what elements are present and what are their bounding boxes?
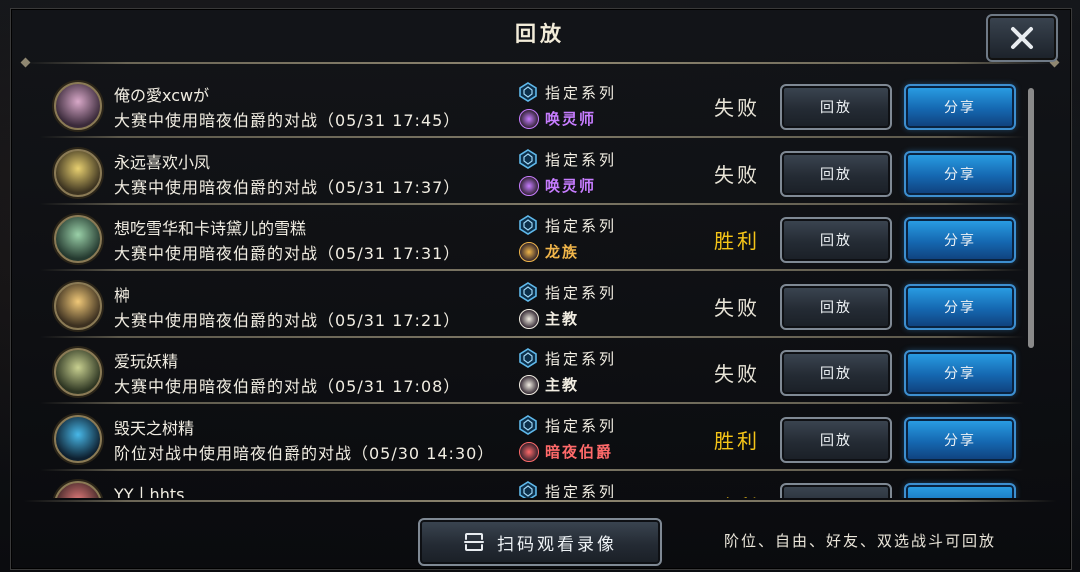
player-avatar bbox=[54, 215, 102, 263]
class-label: 唤灵师 bbox=[545, 110, 597, 128]
title-divider bbox=[24, 62, 1056, 64]
replay-button[interactable]: 回放 bbox=[780, 483, 892, 498]
replay-row: 榊 大赛中使用暗夜伯爵的对战（05/31 17:21） 指定系列 主教 失败 回… bbox=[40, 272, 1024, 338]
bottom-divider bbox=[24, 500, 1056, 502]
match-description: 大赛中使用暗夜伯爵的对战（05/31 17:31） bbox=[114, 244, 461, 263]
class-icon bbox=[519, 375, 539, 395]
replay-row: YY丨hhts 指定系列 胜利 回放 分享 bbox=[40, 471, 1024, 498]
player-name: 永远喜欢小凤 bbox=[114, 152, 211, 172]
match-description: 大赛中使用暗夜伯爵的对战（05/31 17:45） bbox=[114, 111, 461, 130]
close-icon bbox=[1011, 27, 1033, 49]
match-result: 胜利 bbox=[714, 428, 760, 453]
series-icon bbox=[519, 348, 537, 368]
series-label: 指定系列 bbox=[545, 217, 618, 235]
share-button[interactable]: 分享 bbox=[904, 217, 1016, 263]
series-label: 指定系列 bbox=[545, 416, 618, 435]
replay-button[interactable]: 回放 bbox=[780, 217, 892, 263]
player-name: 爱玩妖精 bbox=[114, 352, 179, 371]
class-icon bbox=[519, 109, 539, 129]
replay-button[interactable]: 回放 bbox=[780, 150, 892, 197]
player-name: 想吃雪华和卡诗黛儿的雪糕 bbox=[114, 219, 307, 238]
replay-row: 永远喜欢小凤 大赛中使用暗夜伯爵的对战（05/31 17:37） 指定系列 唤灵… bbox=[40, 139, 1024, 205]
match-result: 失败 bbox=[714, 162, 760, 187]
replay-row: 毁天之树精 阶位对战中使用暗夜伯爵的对战（05/30 14:30） 指定系列 暗… bbox=[40, 405, 1024, 471]
replay-row: 想吃雪华和卡诗黛儿的雪糕 大赛中使用暗夜伯爵的对战（05/31 17:31） 指… bbox=[40, 205, 1024, 271]
page-title: 回放 bbox=[515, 22, 565, 46]
series-icon bbox=[519, 215, 537, 235]
replay-row: 俺の愛xcwが 大赛中使用暗夜伯爵的对战（05/31 17:45） 指定系列 唤… bbox=[40, 72, 1024, 138]
title-bar: 回放 bbox=[0, 0, 1080, 64]
replay-button[interactable]: 回放 bbox=[780, 84, 892, 130]
player-name: 毁天之树精 bbox=[114, 418, 195, 438]
replay-button[interactable]: 回放 bbox=[780, 283, 892, 330]
match-result: 胜利 bbox=[714, 229, 760, 253]
class-icon bbox=[519, 242, 539, 262]
class-icon bbox=[519, 441, 539, 462]
share-button[interactable]: 分享 bbox=[904, 416, 1016, 463]
share-button[interactable]: 分享 bbox=[904, 483, 1016, 498]
share-button[interactable]: 分享 bbox=[904, 150, 1016, 197]
series-label: 指定系列 bbox=[545, 483, 618, 498]
player-avatar bbox=[54, 348, 102, 396]
series-label: 指定系列 bbox=[545, 150, 618, 169]
series-icon bbox=[519, 82, 537, 102]
player-avatar bbox=[54, 281, 102, 330]
match-description: 大赛中使用暗夜伯爵的对战（05/31 17:37） bbox=[114, 177, 461, 197]
scan-icon bbox=[464, 533, 484, 551]
series-icon bbox=[519, 481, 537, 498]
scrollbar-thumb[interactable] bbox=[1028, 88, 1034, 348]
player-name: YY丨hhts bbox=[114, 485, 185, 498]
player-name: 榊 bbox=[114, 285, 131, 305]
player-avatar bbox=[54, 414, 102, 463]
series-label: 指定系列 bbox=[545, 84, 618, 102]
match-description: 阶位对战中使用暗夜伯爵的对战（05/30 14:30） bbox=[114, 443, 495, 463]
footer-note: 阶位、自由、好友、双选战斗可回放 bbox=[724, 532, 997, 550]
replay-button[interactable]: 回放 bbox=[780, 350, 892, 396]
match-description: 大赛中使用暗夜伯爵的对战（05/31 17:21） bbox=[114, 310, 461, 330]
scrollbar[interactable] bbox=[1028, 88, 1034, 348]
scan-button-label: 扫码观看录像 bbox=[497, 534, 617, 555]
class-icon bbox=[519, 175, 539, 196]
player-avatar bbox=[54, 82, 102, 130]
share-button[interactable]: 分享 bbox=[904, 84, 1016, 130]
match-result: 胜利 bbox=[714, 491, 760, 498]
class-label: 主教 bbox=[545, 309, 580, 328]
class-icon bbox=[519, 308, 539, 329]
match-description: 大赛中使用暗夜伯爵的对战（05/31 17:08） bbox=[114, 377, 461, 396]
player-avatar bbox=[54, 148, 102, 197]
share-button[interactable]: 分享 bbox=[904, 283, 1016, 330]
match-result: 失败 bbox=[714, 295, 760, 320]
class-label: 唤灵师 bbox=[545, 176, 597, 195]
class-label: 龙族 bbox=[545, 243, 580, 261]
player-name: 俺の愛xcwが bbox=[114, 86, 210, 105]
replay-button[interactable]: 回放 bbox=[780, 416, 892, 463]
class-label: 暗夜伯爵 bbox=[545, 442, 614, 461]
series-icon bbox=[519, 281, 537, 302]
share-button[interactable]: 分享 bbox=[904, 350, 1016, 396]
replay-row: 爱玩妖精 大赛中使用暗夜伯爵的对战（05/31 17:08） 指定系列 主教 失… bbox=[40, 338, 1024, 404]
player-avatar bbox=[54, 481, 102, 498]
scan-qr-button[interactable]: 扫码观看录像 bbox=[418, 518, 662, 566]
match-result: 失败 bbox=[714, 362, 760, 386]
series-icon bbox=[519, 414, 537, 435]
class-label: 主教 bbox=[545, 376, 580, 394]
series-label: 指定系列 bbox=[545, 283, 618, 302]
close-button[interactable] bbox=[986, 14, 1058, 62]
series-label: 指定系列 bbox=[545, 350, 618, 368]
series-icon bbox=[519, 148, 537, 169]
replay-list[interactable]: 俺の愛xcwが 大赛中使用暗夜伯爵的对战（05/31 17:45） 指定系列 唤… bbox=[40, 72, 1024, 498]
match-result: 失败 bbox=[714, 96, 760, 120]
